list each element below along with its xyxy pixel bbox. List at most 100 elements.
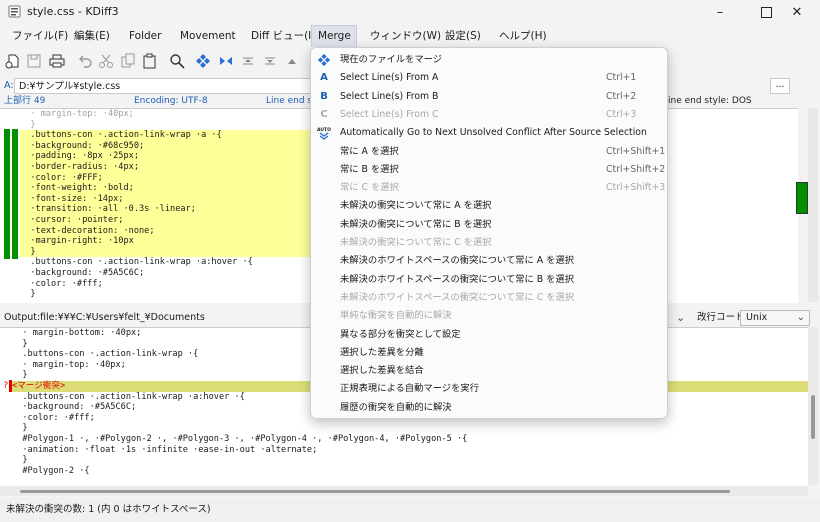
cut-icon[interactable] — [96, 51, 116, 71]
merge-menu-item[interactable]: 異なる部分を衝突として設定 — [311, 326, 667, 344]
merge-menu-item-shortcut: Ctrl+1 — [606, 72, 637, 84]
merge-menu-item-label: 選択した差異を結合 — [340, 365, 424, 377]
merge-menu-item-label: 単純な衝突を自動的に解決 — [340, 310, 452, 322]
merge-menu-item-label: Automatically Go to Next Unsolved Confli… — [340, 127, 647, 139]
encoding-indicator: Encoding: UTF-8 — [134, 96, 208, 106]
merge-menu-item[interactable]: 未解決の衝突について常に B を選択 — [311, 216, 667, 234]
code-line-changed: } — [20, 246, 310, 258]
output-scrollbar[interactable] — [808, 327, 818, 485]
menu-edit[interactable]: 編集(E) — [68, 25, 116, 47]
diff-bar — [4, 129, 10, 259]
menu-help[interactable]: ヘルプ(H) — [493, 25, 553, 47]
merge-menu-item[interactable]: 未解決のホワイトスペースの衝突について常に A を選択 — [311, 252, 667, 270]
conflict-marker: ? — [3, 381, 9, 391]
code-line-changed: ·font-size: ·14px; — [20, 193, 310, 205]
pane-right-line-end: ine end style: DOS — [668, 96, 752, 106]
code-line-changed: ·cursor: ·pointer; — [20, 214, 310, 226]
chevron-down-icon[interactable]: ⌄ — [676, 310, 685, 326]
merge-menu-item-label: Select Line(s) From B — [340, 90, 439, 102]
merge-menu-item-label: Select Line(s) From C — [340, 108, 439, 120]
merge-menu-item-label: Select Line(s) From A — [340, 72, 439, 84]
merge-menu-item-label: 未解決のホワイトスペースの衝突について常に A を選択 — [340, 255, 575, 267]
select-a-icon: A — [320, 72, 328, 84]
menu-file[interactable]: ファイル(F) — [6, 25, 74, 47]
minimize-button[interactable]: – — [697, 0, 743, 24]
merge-menu-item-label: 未解決の衝突について常に B を選択 — [340, 218, 492, 230]
menu-folder[interactable]: Folder — [123, 25, 167, 47]
merge-menu-item: 常に C を選択 Ctrl+Shift+3 — [311, 179, 667, 197]
undo-icon[interactable] — [75, 51, 95, 71]
code-line-changed: .buttons-con ·.action-link-wrap ·a ·{ — [20, 130, 310, 141]
merge-menu-item[interactable]: AUTO Automatically Go to Next Unsolved Co… — [311, 124, 667, 142]
paste-icon[interactable] — [140, 51, 160, 71]
goto-current-delta-icon[interactable] — [193, 51, 213, 71]
merge-menu-item[interactable]: 未解決のホワイトスペースの衝突について常に B を選択 — [311, 271, 667, 289]
print-icon[interactable] — [47, 51, 67, 71]
save-icon[interactable] — [24, 51, 44, 71]
select-c-icon: C — [320, 108, 328, 120]
code-line: · margin-top: ·40px; — [20, 109, 134, 119]
goto-next-delta-icon[interactable] — [260, 51, 280, 71]
menu-bar: ファイル(F) 編集(E) Folder Movement Diff ビュー(I… — [0, 25, 820, 47]
merge-menu-item-label: 履歴の衝突を自動的に解決 — [340, 401, 452, 413]
menu-merge[interactable]: Merge — [311, 25, 357, 47]
merge-menu-item[interactable]: 常に B を選択 Ctrl+Shift+2 — [311, 161, 667, 179]
merge-menu-item[interactable]: 履歴の衝突を自動的に解決 — [311, 399, 667, 417]
merge-menu-item[interactable]: 正規表現による自動マージを実行 — [311, 380, 667, 398]
kdiff3-app-icon — [8, 5, 21, 18]
goto-prev-conflict-icon[interactable] — [282, 51, 302, 71]
merge-menu-item[interactable]: 選択した差異を分離 — [311, 344, 667, 362]
code-line-changed: ·text-decoration: ·none; — [20, 225, 310, 237]
copy-icon[interactable] — [118, 51, 138, 71]
line-end-select[interactable]: Unix ⌄ — [740, 310, 810, 326]
goto-first-delta-icon[interactable] — [216, 51, 236, 71]
open-icon[interactable] — [2, 51, 22, 71]
merge-menu-item-shortcut: Ctrl+Shift+3 — [606, 182, 666, 194]
scrollbar-thumb[interactable] — [811, 395, 815, 439]
merge-menu-item-label: 未解決のホワイトスペースの衝突について常に B を選択 — [340, 273, 575, 285]
horizontal-scrollbar[interactable] — [0, 486, 808, 496]
merge-menu-item[interactable]: 現在のファイルをマージ — [311, 51, 667, 69]
code-line-changed: ·transition: ·all ·0.3s ·linear; — [20, 204, 310, 215]
merge-menu-item-label: 未解決の衝突について常に A を選択 — [340, 200, 492, 212]
goto-prev-delta-icon[interactable] — [238, 51, 258, 71]
merge-menu-item[interactable]: 選択した差異を結合 — [311, 362, 667, 380]
merge-menu-item[interactable]: 未解決の衝突について常に A を選択 — [311, 197, 667, 215]
pane-b-text-area[interactable] — [668, 108, 798, 303]
code-line: } — [20, 119, 36, 130]
merge-menu-item: 単純な衝突を自動的に解決 — [311, 307, 667, 325]
pane-a-text-area[interactable]: · margin-top: ·40px; } .buttons-con ·.ac… — [0, 108, 310, 303]
search-icon[interactable] — [167, 51, 187, 71]
chevron-down-icon: ⌄ — [796, 312, 805, 323]
pane-a-path-input[interactable]: D:¥サンプル¥style.css — [14, 78, 314, 94]
output-path[interactable]: file:¥¥¥C:¥Users¥felt_¥Documents — [40, 310, 205, 326]
code-line-changed: ·color: ·#FFF; — [20, 172, 310, 184]
merge-menu-item-label: 未解決のホワイトスペースの衝突について常に C を選択 — [340, 291, 575, 303]
pane-a-code: · margin-top: ·40px; } .buttons-con ·.ac… — [20, 109, 310, 300]
code-line: } — [20, 289, 36, 300]
merge-menu-item-label: 常に B を選択 — [340, 163, 399, 175]
code-line: ·color: ·#fff; — [20, 278, 103, 289]
status-text: 未解決の衝突の数: 1 (内 0 はホワイトスペース) — [6, 504, 211, 515]
window-title: style.css - KDiff3 — [27, 5, 119, 18]
top-line-indicator: 上部行 49 — [4, 96, 46, 106]
close-button[interactable]: ✕ — [774, 0, 820, 24]
menu-diff-view[interactable]: Diff ビュー(I) — [245, 25, 321, 47]
hscrollbar-thumb[interactable] — [20, 490, 730, 493]
pane-right-browse-button[interactable]: ... — [770, 78, 790, 94]
code-line: ·animation: ·float ·1s ·infinite ·ease-i… — [12, 444, 318, 455]
code-line-changed: ·padding: ·8px ·25px; — [20, 151, 310, 162]
merge-menu-item[interactable]: A Select Line(s) From A Ctrl+1 — [311, 69, 667, 87]
menu-settings[interactable]: 設定(S) — [439, 25, 487, 47]
overview-diff-marker — [796, 182, 808, 214]
pane-scrollbar[interactable] — [808, 108, 818, 302]
merge-menu-item: C Select Line(s) From C Ctrl+3 — [311, 106, 667, 124]
merge-menu-item-label: 異なる部分を衝突として設定 — [340, 328, 461, 340]
merge-menu-item-label: 常に C を選択 — [340, 182, 399, 194]
merge-dropdown-menu: 現在のファイルをマージ A Select Line(s) From A Ctrl+1 B… — [310, 47, 668, 419]
code-line: } — [12, 455, 28, 466]
menu-window[interactable]: ウィンドウ(W) — [364, 25, 447, 47]
merge-menu-item[interactable]: B Select Line(s) From B Ctrl+2 — [311, 88, 667, 106]
merge-menu-item[interactable]: 常に A を選択 Ctrl+Shift+1 — [311, 143, 667, 161]
menu-movement[interactable]: Movement — [174, 25, 242, 47]
